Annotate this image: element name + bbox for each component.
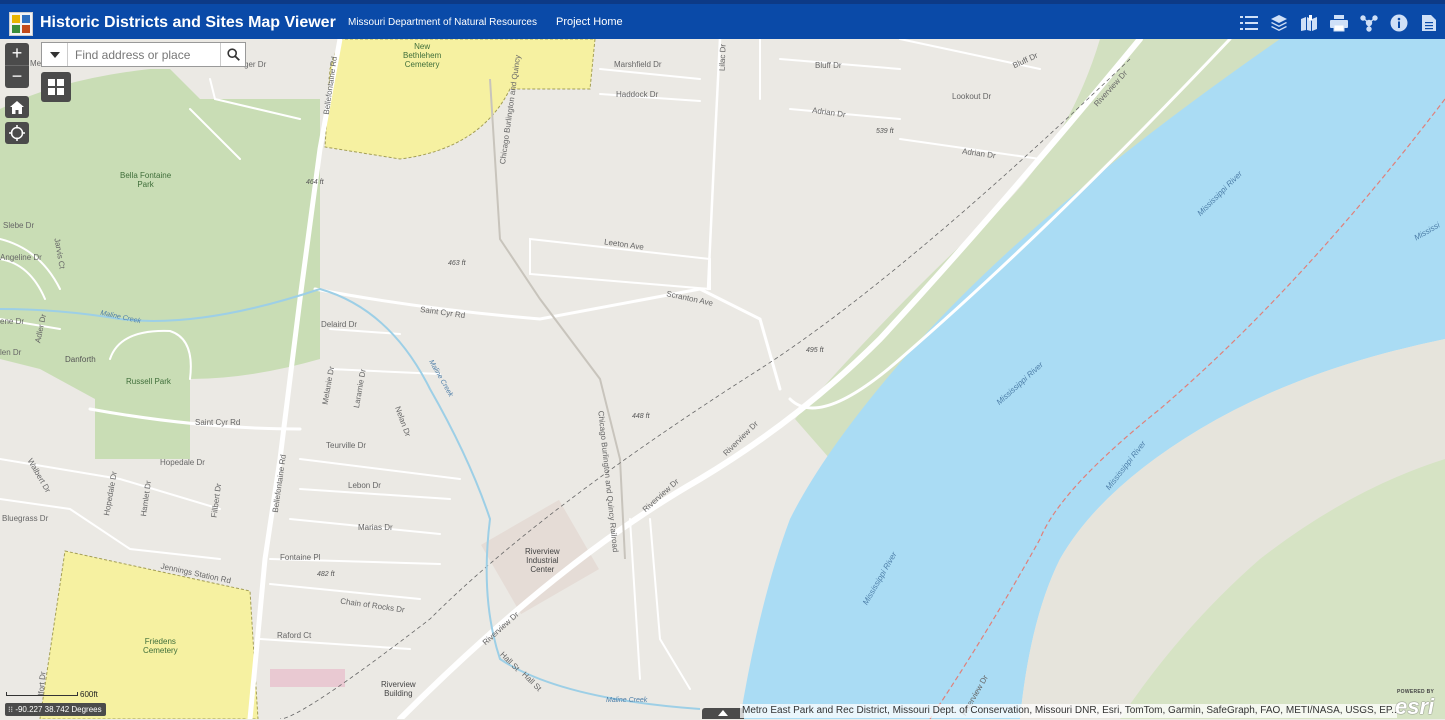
map-label: Maline Creek — [606, 697, 648, 704]
map-label: Riverview Building — [381, 680, 416, 698]
locate-button[interactable] — [5, 122, 29, 144]
map-label: Russell Park — [126, 377, 171, 386]
search-button[interactable] — [220, 43, 245, 66]
search-icon — [226, 48, 240, 61]
dept-link[interactable]: Missouri Department of Natural Resources — [348, 17, 537, 28]
zoom-out-button[interactable]: − — [5, 66, 29, 88]
legend-list-icon[interactable] — [1239, 13, 1259, 33]
coordinate-readout[interactable]: ⁝⁝ -90.227 38.742 Degrees — [5, 703, 106, 716]
home-icon — [10, 100, 24, 114]
map-label: Angeline Dr — [0, 253, 42, 262]
search-source-dropdown[interactable] — [42, 43, 68, 66]
map-label: 448 ft — [632, 413, 650, 420]
layers-icon[interactable] — [1269, 13, 1289, 33]
map-label: Hopedale Dr — [160, 458, 205, 467]
map-label: 495 ft — [806, 347, 824, 354]
app-header: Historic Districts and Sites Map Viewer … — [0, 0, 1445, 39]
coordinate-text: -90.227 38.742 Degrees — [15, 705, 102, 714]
map-label: Haddock Dr — [616, 90, 659, 99]
bookmarks-icon[interactable] — [1299, 13, 1319, 33]
search-widget — [41, 42, 246, 67]
basemap-graphics — [0, 39, 1445, 719]
scale-label: 600ft — [80, 690, 98, 699]
map-label: Slebe Dr — [3, 221, 35, 230]
map-label: 464 ft — [306, 179, 324, 186]
toolbar — [1239, 13, 1439, 33]
share-icon[interactable] — [1359, 13, 1379, 33]
locate-icon — [9, 125, 25, 141]
map-label: Raford Ct — [277, 631, 312, 640]
esri-logo[interactable]: esri — [1395, 694, 1434, 720]
attribution-text[interactable]: Metro East Park and Rec District, Missou… — [740, 704, 1397, 718]
map-label: Lilac Dr — [717, 43, 728, 72]
map-label: Marshfield Dr — [614, 60, 662, 69]
search-input[interactable] — [69, 43, 231, 66]
zoom-in-button[interactable]: + — [5, 43, 29, 65]
map-label: 463 ft — [448, 260, 466, 267]
map-label: Bluff Dr — [815, 61, 842, 70]
app-title: Historic Districts and Sites Map Viewer — [40, 14, 336, 31]
map-label: Teurville Dr — [326, 441, 367, 450]
chevron-up-icon — [718, 710, 728, 716]
document-icon[interactable] — [1419, 13, 1439, 33]
map-label: 539 ft — [876, 128, 894, 135]
zoom-control: + − — [5, 43, 29, 88]
info-icon[interactable] — [1389, 13, 1409, 33]
print-icon[interactable] — [1329, 13, 1349, 33]
map-label: Friedens Cemetery — [143, 637, 178, 655]
map-label: len Dr — [0, 348, 22, 357]
map-label: Saint Cyr Rd — [195, 418, 241, 427]
grid-icon — [48, 79, 64, 95]
map-label: Danforth — [65, 355, 96, 364]
chevron-down-icon — [49, 51, 60, 58]
map-label: 482 ft — [317, 571, 335, 578]
project-home-link[interactable]: Project Home — [556, 16, 623, 28]
map-label: Bella Fontaine Park — [120, 171, 172, 189]
map-label: ger Dr — [244, 60, 267, 69]
map-label: Bluegrass Dr — [2, 514, 49, 523]
map-label: New Bethlehem Cemetery — [403, 42, 442, 69]
scale-line — [6, 692, 78, 696]
map-label: Lebon Dr — [348, 481, 381, 490]
map-label: Fontaine Pl — [280, 553, 321, 562]
map-label: Delaird Dr — [321, 320, 358, 329]
map-label: Riverview Industrial Center — [525, 547, 560, 574]
map-label: Marias Dr — [358, 523, 393, 532]
map-label: ene Dr — [0, 317, 25, 326]
map-view[interactable]: New Bethlehem Cemetery Marshfield Dr Had… — [0, 39, 1445, 719]
app-logo-icon — [9, 12, 33, 36]
map-label: Lookout Dr — [952, 92, 992, 101]
home-button[interactable] — [5, 96, 29, 118]
basemap-gallery-button[interactable] — [41, 72, 71, 102]
attribution-toggle[interactable] — [702, 708, 744, 719]
